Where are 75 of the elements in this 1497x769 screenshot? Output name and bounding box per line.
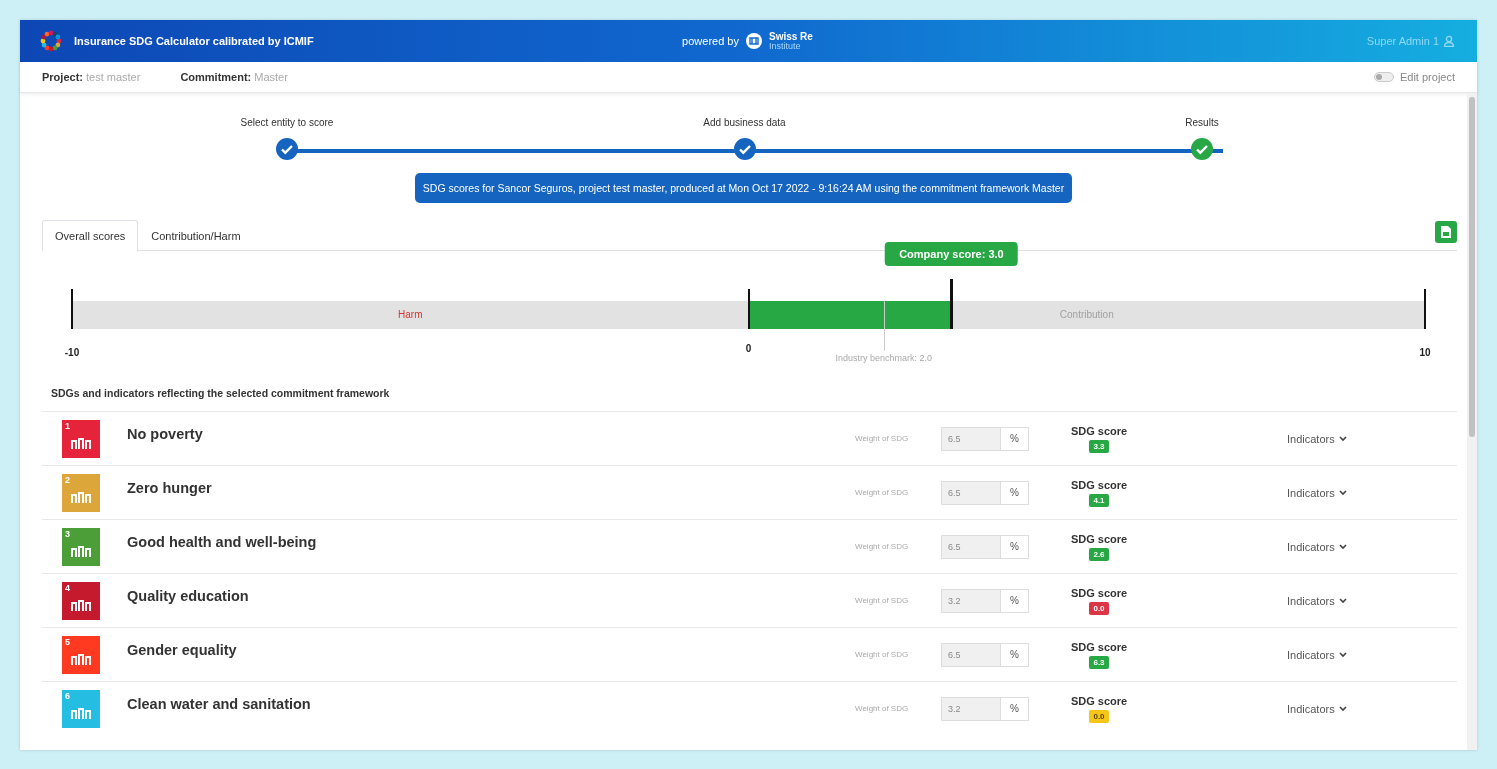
score-badge: 4.1 <box>1089 493 1109 507</box>
sdg-score-label: SDG score <box>1070 532 1128 545</box>
company-score-marker <box>950 279 954 329</box>
indicators-toggle[interactable]: Indicators <box>1287 540 1357 553</box>
sdg-score-label: SDG score <box>1070 424 1128 437</box>
step-label: Results <box>1185 117 1219 128</box>
partner-logo-icon <box>746 33 762 49</box>
scale-max: 10 <box>1419 347 1431 358</box>
indicators-toggle[interactable]: Indicators <box>1287 486 1357 499</box>
sdg-name: No poverty <box>127 426 204 442</box>
sdg-score-label: SDG score <box>1070 640 1128 653</box>
contribution-label: Contribution <box>1059 309 1114 320</box>
sdg-name: Good health and well-being <box>127 534 318 550</box>
chevron-down-icon <box>1338 489 1347 496</box>
sdg-name: Quality education <box>127 588 250 604</box>
scale-tick <box>747 289 750 329</box>
indicators-toggle[interactable]: Indicators <box>1287 648 1357 661</box>
indicators-toggle[interactable]: Indicators <box>1287 702 1357 715</box>
chevron-down-icon <box>1338 543 1347 550</box>
sdg-name: Zero hunger <box>127 480 213 496</box>
project-value: test master <box>85 71 141 83</box>
sdg-score-label: SDG score <box>1070 478 1128 491</box>
scale-min: -10 <box>64 347 80 358</box>
indicators-toggle[interactable]: Indicators <box>1287 432 1357 445</box>
weight-label: Weight of SDG <box>855 488 910 497</box>
sdg-icon: 6 <box>62 689 100 728</box>
chevron-down-icon <box>1338 705 1347 712</box>
weight-label: Weight of SDG <box>855 542 910 551</box>
score-badge: 6.3 <box>1089 655 1109 669</box>
weight-label: Weight of SDG <box>855 704 910 713</box>
company-score-label: Company score: 3.0 <box>885 242 1018 266</box>
score-badge: 2.6 <box>1089 547 1109 561</box>
commitment-label: Commitment: <box>180 71 252 83</box>
indicators-toggle[interactable]: Indicators <box>1287 594 1357 607</box>
partner-name: Swiss Re <box>769 31 813 42</box>
sdg-name: Clean water and sanitation <box>127 696 312 712</box>
score-badge: 0.0 <box>1089 601 1109 615</box>
score-badge: 0.0 <box>1089 709 1109 723</box>
edit-toggle[interactable] <box>1373 72 1394 82</box>
logo-icon <box>40 30 62 52</box>
scale-zero: 0 <box>745 343 752 354</box>
edit-project-label: Edit project <box>1399 71 1455 83</box>
score-badge: 3.3 <box>1089 439 1109 453</box>
sdg-name: Gender equality <box>127 642 238 658</box>
section-title: SDGs and indicators reflecting the selected commitment framework <box>51 387 391 399</box>
benchmark-label: Industry benchmark: 2.0 <box>835 353 933 363</box>
step-label: Select entity to score <box>240 117 334 128</box>
sdg-icon: 3 <box>62 527 100 566</box>
scale-tick <box>71 289 73 329</box>
step-label: Add business data <box>703 117 786 128</box>
document-icon <box>1441 226 1451 238</box>
sdg-icon: 2 <box>62 473 100 512</box>
sdg-icon: 4 <box>62 581 100 620</box>
sdg-score-label: SDG score <box>1070 694 1128 707</box>
weight-label: Weight of SDG <box>855 596 910 605</box>
weight-label: Weight of SDG <box>855 434 910 443</box>
sdg-icon: 5 <box>62 635 100 674</box>
harm-label: Harm <box>398 309 423 320</box>
partner-subtitle: Institute <box>769 41 802 51</box>
project-label: Project: <box>42 71 83 83</box>
powered-by-text: powered by <box>682 35 739 47</box>
user-icon[interactable] <box>1443 35 1455 47</box>
sdg-score-label: SDG score <box>1070 586 1128 599</box>
chevron-down-icon <box>1338 651 1347 658</box>
chevron-down-icon <box>1338 597 1347 604</box>
app-title: Insurance SDG Calculator calibrated by ICMIF <box>74 35 314 47</box>
tab[interactable]: Contribution/Harm <box>138 220 254 251</box>
chevron-down-icon <box>1338 435 1347 442</box>
weight-label: Weight of SDG <box>855 650 910 659</box>
tab[interactable]: Overall scores <box>42 220 139 251</box>
export-button[interactable] <box>1435 221 1457 243</box>
commitment-value: Master <box>254 71 288 83</box>
results-banner: SDG scores for Sancor Seguros, project test master, produced at Mon Oct 17 2022 - 9:16:24 AM using the commitment framework Master <box>414 173 1073 203</box>
scale-tick <box>1424 289 1426 329</box>
sdg-icon: 1 <box>62 419 100 458</box>
